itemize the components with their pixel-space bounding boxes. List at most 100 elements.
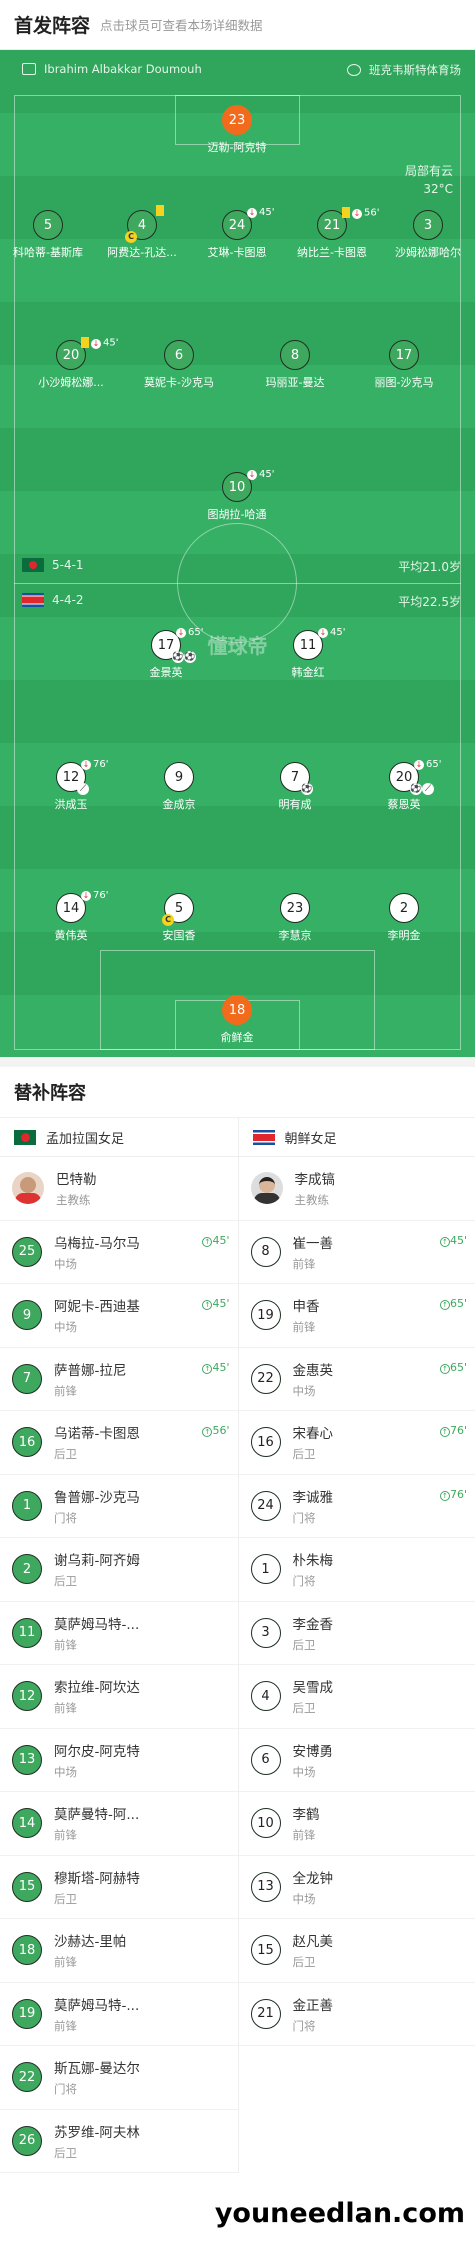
player-position: 前锋 <box>292 1256 316 1271</box>
coach-avatar <box>12 1172 44 1205</box>
shirt-number: 9 <box>12 1300 42 1331</box>
shirt-number: 19 <box>12 1998 42 2029</box>
player-away-7[interactable]: 7 ⚽ 明有成 <box>253 762 337 812</box>
player-position: 门将 <box>292 1574 316 1589</box>
player-position: 后卫 <box>54 1891 77 1906</box>
home-subs-column: 孟加拉国女足 巴特勒 主教练 25 乌梅拉-马尔马 中场 ↑ 45' 9 阿妮卡-西迪基 中场 ↑… <box>0 1117 238 2173</box>
sub-player-row[interactable]: 6 安博勇 中场 <box>238 1729 475 1792</box>
sub-player-row[interactable]: 22 金惠英 中场 ↑ 65' <box>238 1348 475 1411</box>
player-name: 洪成玉 <box>54 798 88 811</box>
player-home-24[interactable]: 24 ↓ 45' 艾琳-卡图恩 <box>195 207 279 260</box>
player-name: 沙姆松娜哈尔 <box>395 246 461 259</box>
sub-player-row[interactable]: 8 崔一善 前锋 ↑ 45' <box>238 1221 475 1284</box>
player-away-2[interactable]: 2 李明金 <box>362 893 446 943</box>
sub-on-icon: ↑ 65' <box>439 1297 467 1310</box>
shirt-number: 12 <box>12 1681 42 1712</box>
player-name: 阿妮卡-西迪基 <box>54 1299 140 1316</box>
away-formation: 4-4-2 <box>52 593 84 607</box>
player-away-23[interactable]: 23 李慧京 <box>253 893 337 943</box>
shirt-number: 1 <box>250 1554 281 1585</box>
sub-player-row[interactable]: 25 乌梅拉-马尔马 中场 ↑ 45' <box>0 1221 238 1284</box>
player-position: 后卫 <box>54 1574 77 1589</box>
player-name: 艾琳-卡图恩 <box>207 246 267 259</box>
sub-player-row[interactable]: 21 金正善 门将 <box>238 1983 475 2046</box>
sub-off-icon: ↓ 65' <box>414 759 442 770</box>
sub-player-row[interactable]: 24 李诚雅 门将 ↑ 76' <box>238 1475 475 1538</box>
sub-player-row[interactable]: 15 穆斯塔-阿赫特 后卫 <box>0 1856 238 1919</box>
player-name: 斯瓦娜-曼达尔 <box>54 2061 140 2078</box>
stadium-info: 班克韦斯特体育场 <box>347 62 461 78</box>
weather-text: 局部有云 <box>404 164 453 178</box>
player-name: 谢乌莉-阿齐姆 <box>54 1553 140 1570</box>
shirt-number: 24 <box>250 1490 281 1521</box>
sub-player-row[interactable]: 11 莫萨姆马特-... 前锋 <box>0 1602 238 1665</box>
player-home-6[interactable]: 6 莫妮卡-沙克马 <box>137 340 221 390</box>
sub-player-row[interactable]: 3 李金香 后卫 <box>238 1602 475 1665</box>
player-position: 前锋 <box>54 2018 77 2033</box>
sub-on-icon: ↑ 45' <box>202 1234 230 1247</box>
sub-player-row[interactable]: 4 吴雪成 后卫 <box>238 1665 475 1729</box>
player-home-3[interactable]: 3 沙姆松娜哈尔 <box>386 210 470 260</box>
away-coach[interactable]: 李成镐 主教练 <box>238 1157 475 1221</box>
player-home-5[interactable]: 5 科哈蒂-基斯库 <box>6 210 90 260</box>
player-home-4[interactable]: 4 C 阿费达-孔达... <box>100 205 184 260</box>
shirt-number: 7 ⚽ <box>280 762 313 795</box>
sub-off-icon: ↓ 76' <box>81 890 109 901</box>
player-position: 后卫 <box>292 1955 316 1970</box>
sub-player-row[interactable]: 7 萨普娜-拉尼 前锋 ↑ 45' <box>0 1348 238 1411</box>
player-away-12[interactable]: 12 ↓ 76' ⟋ 洪成玉 <box>29 759 113 812</box>
player-away-5[interactable]: 5 C 安国香 <box>137 893 221 943</box>
player-name: 莫萨姆马特-... <box>54 1997 140 2014</box>
player-home-17[interactable]: 17 丽图-沙克马 <box>362 340 446 390</box>
home-coach[interactable]: 巴特勒 主教练 <box>0 1157 238 1221</box>
player-away-9[interactable]: 9 金成京 <box>137 762 221 812</box>
player-home-8[interactable]: 8 玛丽亚-曼达 <box>253 340 337 390</box>
sub-player-row[interactable]: 12 索拉维-阿坎达 前锋 <box>0 1665 238 1729</box>
player-home-21[interactable]: 21 ↓ 56' 纳比兰-卡图恩 <box>290 207 379 260</box>
player-away-11[interactable]: 11 ↓ 45' 韩金红 <box>266 627 350 680</box>
player-away-20[interactable]: 20 ↓ 65' ⟋ ⚽ 蔡恩英 <box>362 759 446 812</box>
player-away-14[interactable]: 14 ↓ 76' 黄伟英 <box>29 890 113 943</box>
sub-player-row[interactable]: 2 谢乌莉-阿齐姆 后卫 <box>0 1538 238 1602</box>
player-home-20[interactable]: 20 ↓ 45' 小沙姆松娜... <box>29 337 118 390</box>
whistle-icon <box>22 63 36 75</box>
player-name: 丽图-沙克马 <box>374 376 434 389</box>
shirt-number: 8 <box>250 1236 281 1267</box>
sub-on-icon: ↑ 56' <box>202 1424 230 1437</box>
player-name: 金成京 <box>162 798 196 811</box>
referee-name: Ibrahim Albakkar Doumouh <box>44 62 202 76</box>
player-position: 门将 <box>292 1510 316 1525</box>
shirt-number: 22 <box>250 1363 281 1394</box>
sub-player-row[interactable]: 19 申香 前锋 ↑ 65' <box>238 1284 475 1348</box>
player-name: 迈勒-阿克特 <box>207 141 267 154</box>
sub-player-row[interactable]: 18 沙赫达-里帕 前锋 <box>0 1919 238 1983</box>
sub-player-row[interactable]: 26 苏罗维-阿夫林 后卫 <box>0 2110 238 2173</box>
shirt-number: 16 <box>250 1427 281 1458</box>
sub-player-row[interactable]: 13 阿尔皮-阿克特 中场 <box>0 1729 238 1792</box>
shirt-number: 14 ↓ 76' <box>56 890 108 923</box>
sub-player-row[interactable]: 16 宋春心 后卫 ↑ 76' <box>238 1411 475 1475</box>
sub-player-row[interactable]: 14 莫萨曼特-阿... 前锋 <box>0 1792 238 1856</box>
sub-player-row[interactable]: 1 朴朱梅 门将 <box>238 1538 475 1602</box>
sub-player-row[interactable]: 13 全龙钟 中场 <box>238 1856 475 1919</box>
player-name: 全龙钟 <box>292 1870 334 1887</box>
sub-player-row[interactable]: 19 莫萨姆马特-... 前锋 <box>0 1983 238 2046</box>
player-away-17[interactable]: 17 ↓ 65' ⚽ ⚽ 金景英 <box>124 627 208 680</box>
sub-player-row[interactable]: 15 赵凡美 后卫 <box>238 1919 475 1983</box>
subs-columns: 孟加拉国女足 巴特勒 主教练 25 乌梅拉-马尔马 中场 ↑ 45' 9 阿妮卡-西迪基 中场 ↑… <box>0 1117 475 2173</box>
coach-name: 李成镐 <box>294 1172 336 1189</box>
sub-player-row[interactable]: 16 乌诺蒂-卡图恩 后卫 ↑ 56' <box>0 1411 238 1475</box>
sub-player-row[interactable]: 22 斯瓦娜-曼达尔 门将 <box>0 2046 238 2110</box>
player-home-10[interactable]: 10 ↓ 45' 图胡拉-哈通 <box>195 469 279 522</box>
shirt-number: 5 <box>33 210 63 240</box>
sub-player-row[interactable]: 9 阿妮卡-西迪基 中场 ↑ 45' <box>0 1284 238 1348</box>
goal-ball-icon: ⚽ <box>172 651 184 663</box>
sub-player-row[interactable]: 1 鲁普娜-沙克马 门将 <box>0 1475 238 1538</box>
player-home-23[interactable]: 23 迈勒-阿克特 <box>195 105 279 155</box>
sub-player-row[interactable]: 10 李鹤 前锋 <box>238 1792 475 1856</box>
shirt-number: 23 <box>280 893 310 923</box>
weather-info: 局部有云 32°C <box>405 162 453 198</box>
player-away-18[interactable]: 18 俞鲜金 <box>195 995 279 1045</box>
shirt-number: 13 <box>12 1744 42 1775</box>
player-name: 韩金红 <box>291 666 325 679</box>
